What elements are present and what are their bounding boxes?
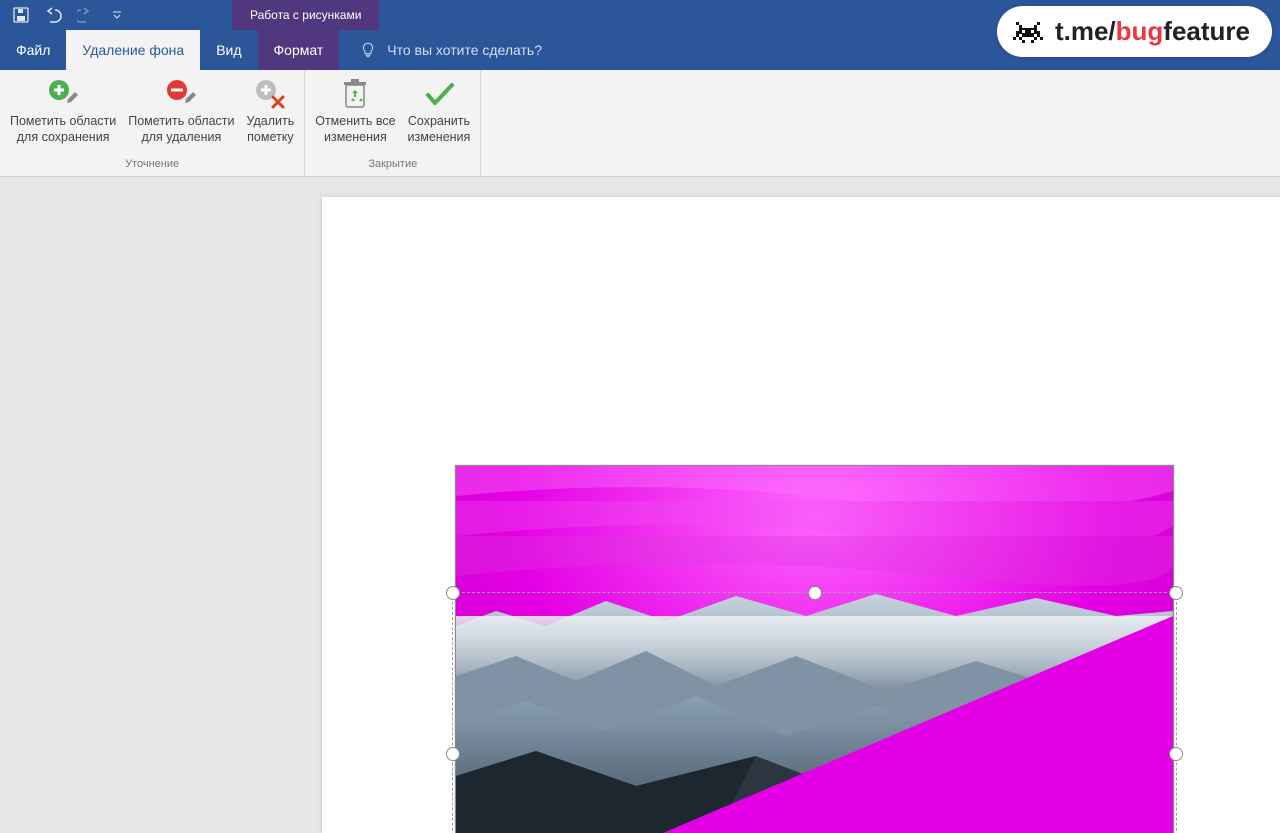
watermark-highlight: bug bbox=[1116, 16, 1164, 46]
redo-button[interactable] bbox=[74, 4, 96, 26]
delete-mark-button[interactable]: Удалить пометку bbox=[241, 72, 301, 145]
label-line: для сохранения bbox=[17, 130, 110, 146]
document-workspace[interactable] bbox=[0, 177, 1280, 833]
tab-format[interactable]: Формат bbox=[258, 30, 340, 70]
mark-areas-keep-button[interactable]: Пометить области для сохранения bbox=[4, 72, 122, 145]
tell-me-placeholder: Что вы хотите сделать? bbox=[387, 42, 542, 58]
group-label-refine: Уточнение bbox=[4, 158, 300, 174]
label-line: для удаления bbox=[141, 130, 221, 146]
label-line: изменения bbox=[324, 130, 387, 146]
tab-view[interactable]: Вид bbox=[200, 30, 257, 70]
tell-me-search[interactable]: Что вы хотите сделать? bbox=[339, 30, 542, 70]
label-line: Отменить все bbox=[315, 114, 395, 130]
quick-access-toolbar bbox=[0, 0, 138, 30]
label-line: изменения bbox=[408, 130, 471, 146]
ribbon-group-refine: Пометить области для сохранения Пометить… bbox=[0, 70, 305, 176]
watermark-prefix: t.me/ bbox=[1055, 16, 1116, 46]
label-line: Удалить bbox=[247, 114, 295, 130]
plus-circle-pencil-icon bbox=[45, 76, 81, 112]
tab-file[interactable]: Файл bbox=[0, 30, 66, 70]
ribbon: Пометить области для сохранения Пометить… bbox=[0, 70, 1280, 177]
tab-remove-background[interactable]: Удаление фона bbox=[66, 30, 200, 70]
picture-tools-context-label: Работа с рисунками bbox=[232, 0, 379, 30]
label-line: пометку bbox=[247, 130, 293, 146]
keep-changes-button[interactable]: Сохранить изменения bbox=[402, 72, 477, 145]
discard-changes-button[interactable]: Отменить все изменения bbox=[309, 72, 401, 145]
lightbulb-icon bbox=[359, 41, 377, 59]
undo-button[interactable] bbox=[42, 4, 64, 26]
picture-object[interactable] bbox=[455, 465, 1174, 833]
save-button[interactable] bbox=[10, 4, 32, 26]
mark-areas-remove-button[interactable]: Пометить области для удаления bbox=[122, 72, 240, 145]
space-invader-icon bbox=[1013, 19, 1043, 45]
recycle-bin-icon bbox=[337, 76, 373, 112]
label-line: Сохранить bbox=[408, 114, 470, 130]
minus-circle-pencil-icon bbox=[163, 76, 199, 112]
label-line: Пометить области bbox=[128, 114, 234, 130]
group-label-close: Закрытие bbox=[309, 158, 476, 174]
checkmark-icon bbox=[421, 76, 457, 112]
delete-mark-icon bbox=[252, 76, 288, 112]
label-line: Пометить области bbox=[10, 114, 116, 130]
qat-customize-button[interactable] bbox=[106, 4, 128, 26]
ribbon-group-close: Отменить все изменения Сохранить изменен… bbox=[305, 70, 481, 176]
watermark-suffix: feature bbox=[1163, 16, 1250, 46]
watermark-badge: t.me/bugfeature bbox=[997, 6, 1272, 57]
picture-content bbox=[456, 466, 1173, 833]
